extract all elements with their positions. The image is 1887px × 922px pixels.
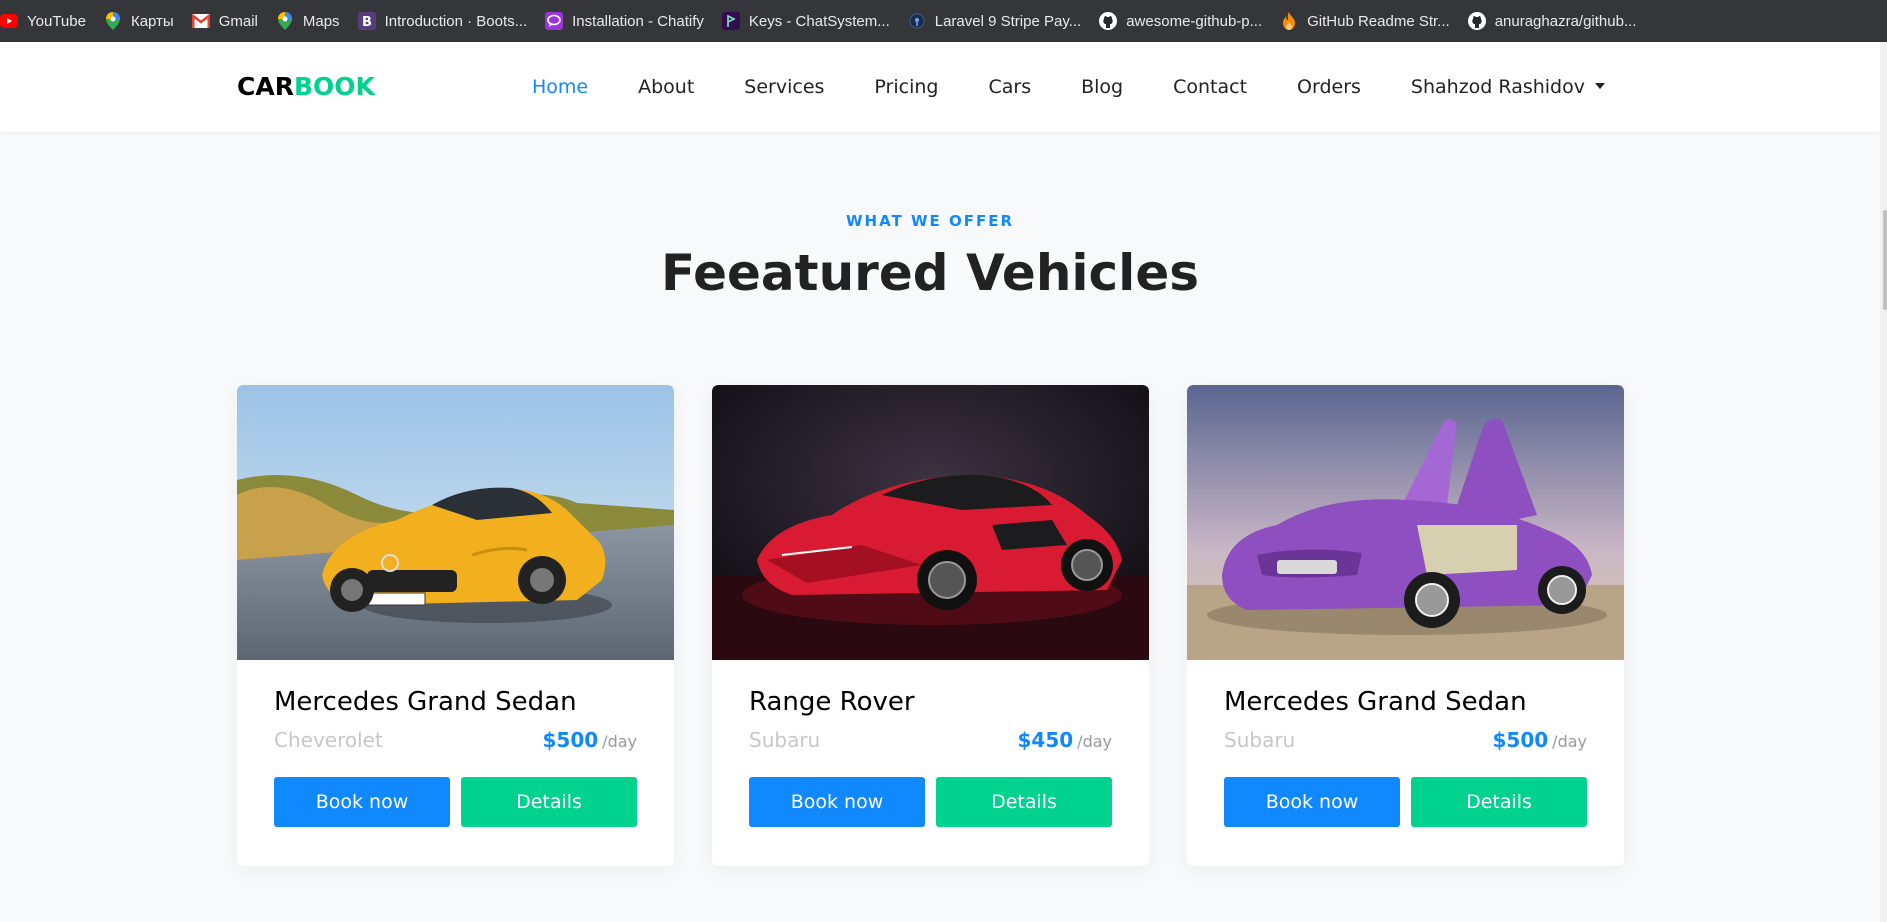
youtube-icon bbox=[0, 12, 18, 30]
car-price: $500/day bbox=[543, 728, 638, 752]
bookmark-label: awesome-github-p... bbox=[1126, 12, 1263, 30]
car-image[interactable] bbox=[237, 385, 674, 660]
github-icon bbox=[1099, 12, 1118, 30]
price-amount: $500 bbox=[1492, 728, 1549, 752]
bookmark-youtube[interactable]: YouTube bbox=[0, 0, 98, 42]
bookmark-gmail[interactable]: Gmail bbox=[186, 0, 270, 42]
nav-pricing[interactable]: Pricing bbox=[874, 76, 938, 98]
bookmark-laravel-stripe[interactable]: Laravel 9 Stripe Pay... bbox=[902, 0, 1093, 42]
bookmark-karty[interactable]: Карты bbox=[98, 0, 186, 42]
brand-part-book: BOOK bbox=[293, 72, 375, 101]
price-unit: /day bbox=[1077, 732, 1112, 751]
bootstrap-icon: B bbox=[357, 12, 376, 30]
nav-links: Home About Services Pricing Cars Blog Co… bbox=[532, 42, 1605, 132]
car-card: Range Rover Subaru $450/day Book now Det… bbox=[712, 385, 1149, 866]
car-image[interactable] bbox=[712, 385, 1149, 660]
pusher-icon bbox=[721, 12, 740, 30]
nav-blog[interactable]: Blog bbox=[1081, 76, 1123, 98]
section-heading: Feeatured Vehicles bbox=[660, 244, 1199, 302]
bookmark-maps[interactable]: Maps bbox=[270, 0, 352, 42]
nav-orders[interactable]: Orders bbox=[1297, 76, 1361, 98]
maps-pin-icon bbox=[104, 12, 122, 30]
bookmark-chatify[interactable]: Installation - Chatify bbox=[539, 0, 716, 42]
details-button[interactable]: Details bbox=[461, 777, 637, 827]
section-subheading: WHAT WE OFFER bbox=[845, 212, 1015, 230]
car-brand: Subaru bbox=[1224, 728, 1296, 752]
bookmark-label: anuraghazra/github... bbox=[1494, 12, 1637, 30]
bookmarks-bar: YouTube Карты Gmail Maps B Introduction … bbox=[0, 0, 1887, 42]
bookmark-anuraghazra[interactable]: anuraghazra/github... bbox=[1462, 0, 1649, 42]
car-card: Mercedes Grand Sedan Cheverolet $500/day… bbox=[237, 385, 674, 866]
bookmark-readme-streak[interactable]: GitHub Readme Str... bbox=[1274, 0, 1462, 42]
nav-contact[interactable]: Contact bbox=[1173, 76, 1247, 98]
book-now-button[interactable]: Book now bbox=[274, 777, 450, 827]
car-brand: Subaru bbox=[749, 728, 821, 752]
nav-about[interactable]: About bbox=[638, 76, 694, 98]
bookmark-label: Gmail bbox=[218, 12, 258, 30]
user-menu-dropdown[interactable]: Shahzod Rashidov bbox=[1411, 76, 1605, 98]
car-title: Mercedes Grand Sedan bbox=[1224, 687, 1527, 717]
price-amount: $500 bbox=[542, 728, 599, 752]
scrollbar-thumb[interactable] bbox=[1883, 210, 1887, 310]
bookmark-label: YouTube bbox=[27, 12, 86, 30]
bookmark-label: Maps bbox=[302, 12, 340, 30]
scrollbar-track[interactable] bbox=[1880, 42, 1887, 922]
gmail-icon bbox=[191, 12, 210, 30]
bookmark-awesome-github[interactable]: awesome-github-p... bbox=[1093, 0, 1274, 42]
car-title: Mercedes Grand Sedan bbox=[274, 687, 577, 717]
user-name: Shahzod Rashidov bbox=[1410, 76, 1585, 98]
github-icon bbox=[1467, 12, 1486, 30]
bookmark-label: Keys - ChatSystem... bbox=[748, 12, 890, 30]
book-now-button[interactable]: Book now bbox=[1224, 777, 1400, 827]
navbar: CARBOOK Home About Services Pricing Cars… bbox=[0, 42, 1880, 132]
price-unit: /day bbox=[602, 732, 637, 751]
bookmark-bootstrap[interactable]: B Introduction · Boots... bbox=[352, 0, 540, 42]
bookmark-keys[interactable]: Keys - ChatSystem... bbox=[716, 0, 902, 42]
price-amount: $450 bbox=[1017, 728, 1074, 752]
brand-part-car: CAR bbox=[237, 72, 294, 101]
price-unit: /day bbox=[1552, 732, 1587, 751]
bookmark-label: GitHub Readme Str... bbox=[1307, 12, 1450, 30]
bookmark-label: Introduction · Boots... bbox=[384, 12, 528, 30]
details-button[interactable]: Details bbox=[1411, 777, 1587, 827]
car-price: $500/day bbox=[1493, 728, 1588, 752]
bookmark-label: Laravel 9 Stripe Pay... bbox=[934, 12, 1082, 30]
book-now-button[interactable]: Book now bbox=[749, 777, 925, 827]
car-card: Mercedes Grand Sedan Subaru $500/day Boo… bbox=[1187, 385, 1624, 866]
nav-home[interactable]: Home bbox=[532, 76, 588, 98]
chatify-icon bbox=[545, 12, 564, 30]
bookmark-label: Карты bbox=[130, 12, 174, 30]
details-button[interactable]: Details bbox=[936, 777, 1112, 827]
nav-cars[interactable]: Cars bbox=[988, 76, 1031, 98]
brand-logo[interactable]: CARBOOK bbox=[237, 72, 375, 101]
car-title: Range Rover bbox=[749, 687, 915, 717]
nav-services[interactable]: Services bbox=[744, 76, 824, 98]
car-brand: Cheverolet bbox=[274, 728, 383, 752]
globe-icon bbox=[908, 12, 926, 30]
bookmark-label: Installation - Chatify bbox=[572, 12, 704, 30]
svg-text:B: B bbox=[362, 15, 372, 30]
fire-icon bbox=[1280, 12, 1298, 30]
caret-down-icon bbox=[1594, 82, 1605, 89]
car-image[interactable] bbox=[1187, 385, 1624, 660]
car-price: $450/day bbox=[1018, 728, 1113, 752]
maps-pin-icon bbox=[276, 12, 294, 30]
